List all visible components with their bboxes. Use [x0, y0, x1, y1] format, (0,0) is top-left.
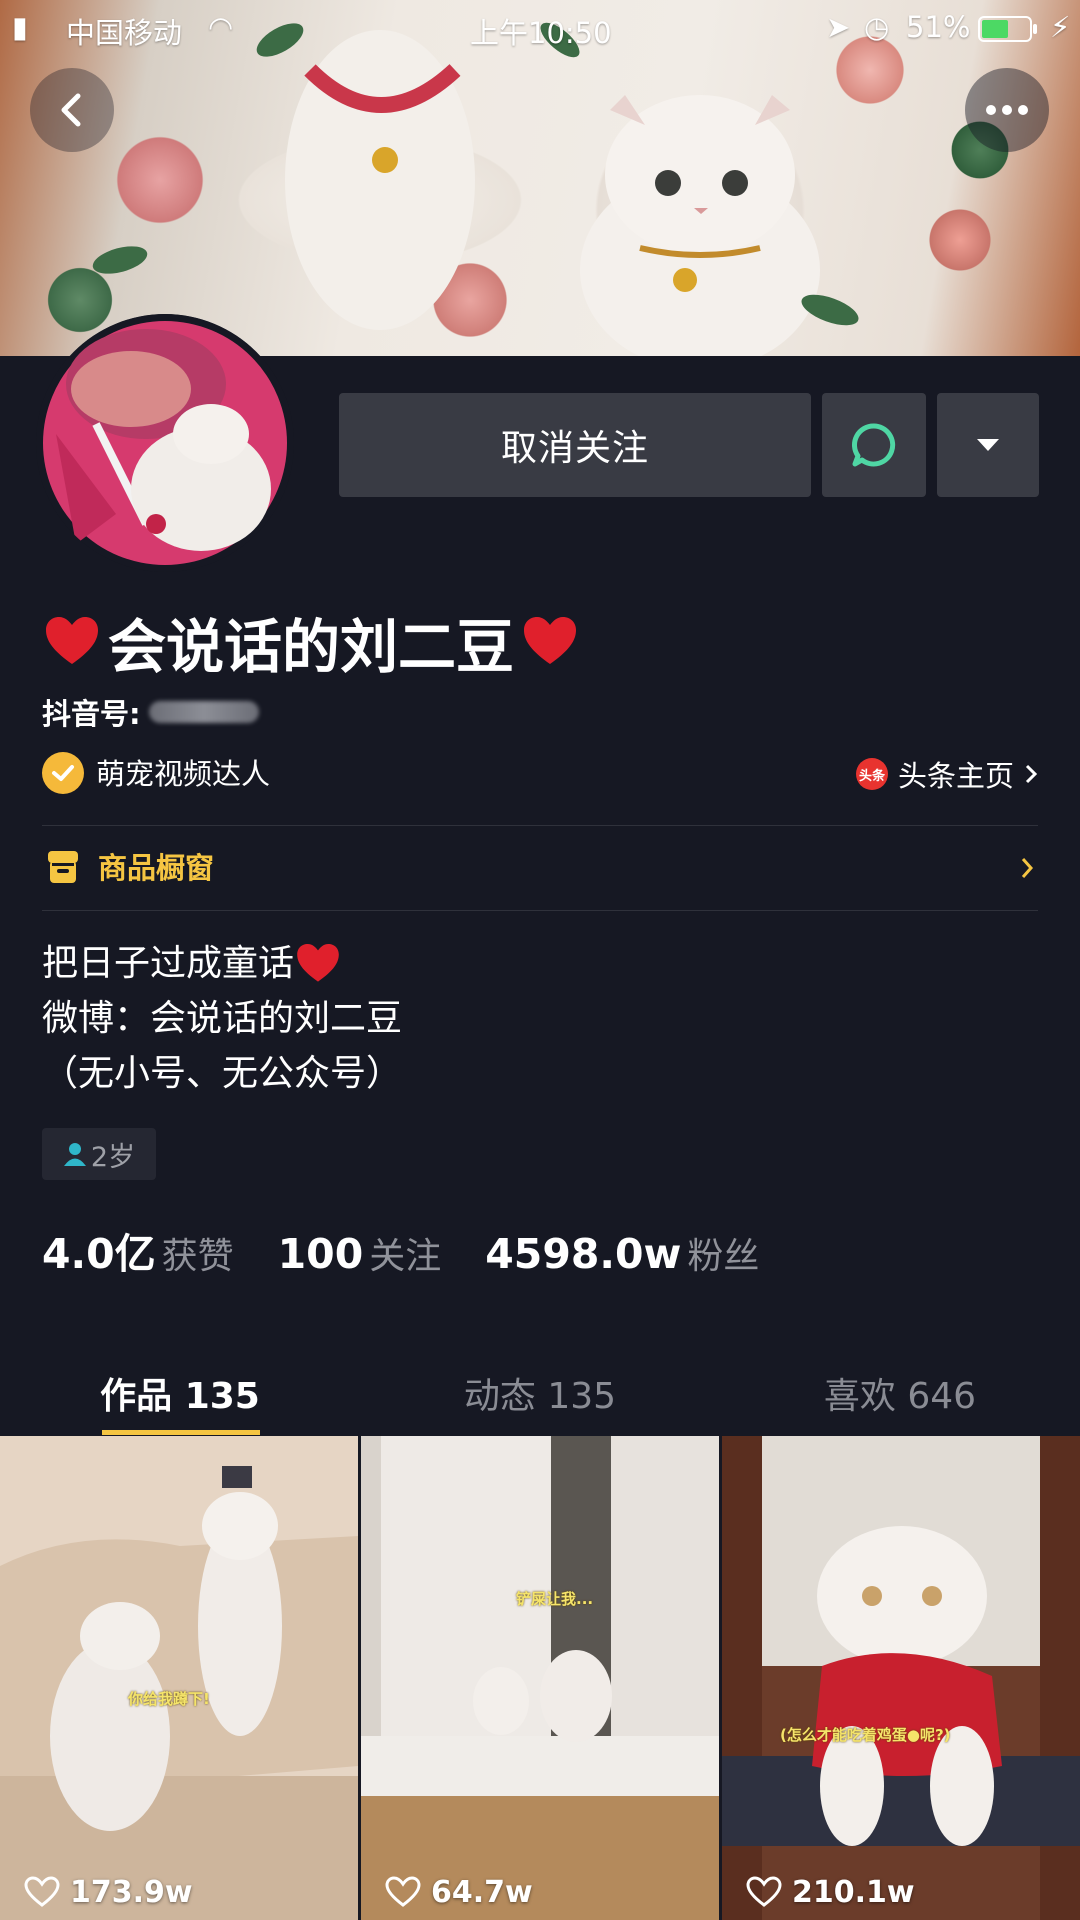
dropdown-icon [977, 439, 999, 451]
toutiao-icon: 头条 [855, 758, 888, 790]
tab-likes[interactable]: 喜欢 646 [720, 1350, 1080, 1436]
video-likes: 173.9w [24, 1872, 193, 1912]
chevron-right-icon [1021, 858, 1034, 878]
heart-emoji-icon [46, 617, 98, 664]
stats-row: 4.0亿 获赞 100 关注 4598.0w 粉丝 [42, 1220, 803, 1278]
recommend-dropdown-button[interactable] [937, 393, 1039, 497]
video-thumbnail[interactable]: 铲屎让我... 64.7w [361, 1436, 719, 1920]
carrier-name: 中国移动 [66, 16, 183, 50]
back-icon [61, 93, 81, 127]
charging-icon: ⚡ [1050, 10, 1071, 44]
profile-cover: ▮ 中国移动 ◠ 上午10:50 ➤ ◷ 51% ⚡ [0, 0, 1080, 356]
location-icon: ➤ [826, 10, 851, 44]
followers-label: 粉丝 [687, 1236, 760, 1277]
douyin-id-blurred [148, 701, 259, 723]
battery-icon [978, 15, 1038, 49]
unfollow-button[interactable]: 取消关注 [339, 393, 811, 497]
age-tag: 2岁 [42, 1128, 156, 1180]
shop-icon [48, 851, 78, 883]
avatar-image [36, 314, 294, 572]
divider [42, 910, 1038, 911]
more-icon [986, 105, 1028, 115]
video-thumbnail-image [361, 1436, 719, 1920]
product-showcase-row[interactable]: 商品橱窗 [42, 840, 1038, 896]
likes-count[interactable]: 4.0亿 [42, 1220, 156, 1280]
nickname-text: 会说话的刘二豆 [108, 613, 515, 681]
douyin-id[interactable]: 抖音号: [42, 692, 259, 732]
verification-text: 萌宠视频达人 [96, 757, 271, 791]
verify-check-icon [42, 752, 84, 794]
heart-outline-icon [24, 1876, 60, 1907]
heart-outline-icon [385, 1876, 421, 1907]
tab-works[interactable]: 作品 135 [0, 1350, 360, 1436]
battery-percent: 51% [906, 10, 971, 44]
avatar[interactable] [36, 314, 294, 572]
heart-outline-icon [746, 1876, 782, 1907]
signal-icon: ▮ [12, 10, 28, 44]
following-count[interactable]: 100 [278, 1230, 364, 1278]
status-bar: ▮ 中国移动 ◠ 上午10:50 ➤ ◷ 51% ⚡ [0, 0, 1080, 56]
profile-tabs: 作品 135 动态 135 喜欢 646 [0, 1350, 1080, 1436]
toutiao-homepage-link[interactable]: 头条 头条主页 [855, 752, 1038, 796]
followers-count[interactable]: 4598.0w [485, 1230, 681, 1278]
video-caption: (怎么才能吃着鸡蛋●呢?) [780, 1726, 951, 1744]
toutiao-label: 头条主页 [897, 759, 1014, 793]
person-icon [63, 1143, 86, 1166]
product-showcase-label: 商品橱窗 [98, 851, 215, 885]
likes-label: 获赞 [161, 1236, 234, 1277]
divider [42, 825, 1038, 826]
video-thumbnail[interactable]: (怎么才能吃着鸡蛋●呢?) 210.1w [722, 1436, 1080, 1920]
message-button[interactable] [822, 393, 926, 497]
heart-emoji-icon [524, 617, 577, 664]
heart-emoji-icon [297, 943, 339, 982]
video-thumbnail-image [0, 1436, 358, 1920]
bio: 把日子过成童话 微博：会说话的刘二豆 （无小号、无公众号） [42, 936, 1002, 1101]
video-grid: 你给我蹲下! 173.9w 铲屎让我... 64.7w (怎么才能吃着鸡蛋●呢?… [0, 1436, 1080, 1920]
bio-line: 把日子过成童话 [42, 936, 1002, 991]
nickname: 会说话的刘二豆 [42, 602, 580, 682]
bio-line: （无小号、无公众号） [42, 1053, 403, 1094]
tab-activity[interactable]: 动态 135 [360, 1350, 720, 1436]
douyin-id-label: 抖音号: [42, 697, 141, 731]
video-likes: 210.1w [746, 1872, 915, 1912]
message-icon [852, 423, 896, 467]
following-label: 关注 [369, 1236, 442, 1277]
back-button[interactable] [30, 68, 114, 152]
clock-time: 上午10:50 [470, 16, 612, 50]
video-likes: 64.7w [385, 1872, 533, 1912]
bio-line: 微博：会说话的刘二豆 [42, 998, 403, 1039]
more-button[interactable] [965, 68, 1049, 152]
tab-active-indicator [102, 1430, 260, 1435]
chevron-right-icon [1025, 764, 1038, 784]
alarm-icon: ◷ [864, 10, 890, 44]
video-thumbnail-image [722, 1436, 1080, 1920]
video-caption: 铲屎让我... [516, 1590, 594, 1608]
video-caption: 你给我蹲下! [128, 1690, 210, 1708]
video-thumbnail[interactable]: 你给我蹲下! 173.9w [0, 1436, 358, 1920]
wifi-icon: ◠ [208, 10, 234, 44]
verification-row: 萌宠视频达人 头条 头条主页 [42, 752, 1038, 796]
